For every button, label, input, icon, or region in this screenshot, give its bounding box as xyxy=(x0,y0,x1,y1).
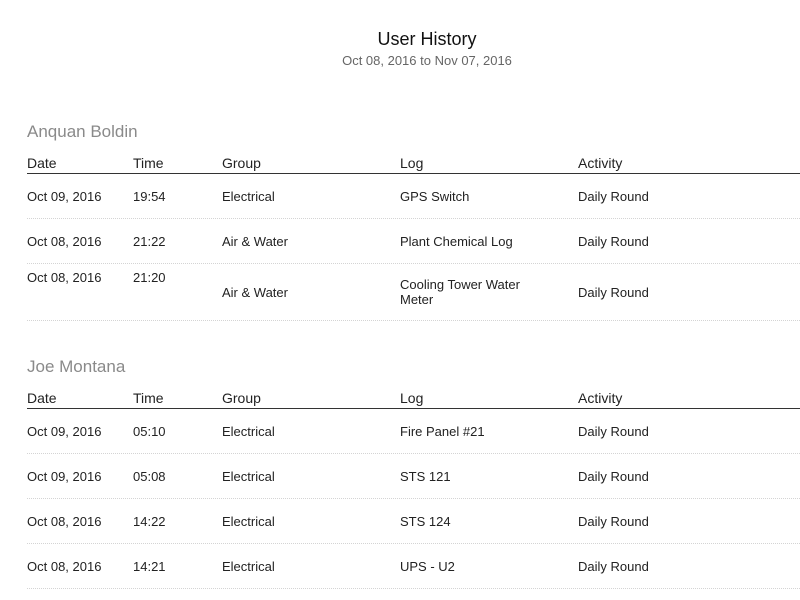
column-header-activity: Activity xyxy=(578,390,623,406)
cell-log: Plant Chemical Log xyxy=(400,233,513,249)
table-row: Oct 08, 2016 14:21 Electrical UPS - U2 D… xyxy=(27,544,800,589)
cell-log: UPS - U2 xyxy=(400,558,455,574)
cell-date: Oct 08, 2016 xyxy=(27,558,102,574)
cell-group: Electrical xyxy=(222,423,275,439)
table-row: Oct 08, 2016 21:22 Air & Water Plant Che… xyxy=(27,219,800,264)
column-header-group: Group xyxy=(222,390,261,406)
table-row: Oct 08, 2016 14:22 Electrical STS 124 Da… xyxy=(27,499,800,544)
user-name: Anquan Boldin xyxy=(27,122,138,141)
cell-activity: Daily Round xyxy=(578,233,649,249)
cell-time: 21:22 xyxy=(133,233,166,249)
table-row: Oct 09, 2016 19:54 Electrical GPS Switch… xyxy=(27,174,800,219)
cell-activity: Daily Round xyxy=(578,558,649,574)
cell-activity: Daily Round xyxy=(578,513,649,529)
cell-date: Oct 08, 2016 xyxy=(27,513,102,529)
cell-log: STS 121 xyxy=(400,468,451,484)
cell-log: GPS Switch xyxy=(400,188,470,204)
report-header: User History Oct 08, 2016 to Nov 07, 201… xyxy=(0,28,800,69)
cell-time: 19:54 xyxy=(133,188,166,204)
cell-group: Electrical xyxy=(222,188,275,204)
user-section-anquan-boldin: Anquan Boldin Date Time Group Log Activi… xyxy=(27,122,800,321)
cell-activity: Daily Round xyxy=(578,423,649,439)
report-title: User History xyxy=(377,29,477,49)
table-row: Oct 09, 2016 05:10 Electrical Fire Panel… xyxy=(27,409,800,454)
column-header-log: Log xyxy=(400,390,424,406)
cell-log: Cooling Tower Water Meter xyxy=(400,277,520,307)
column-header-date: Date xyxy=(27,390,57,406)
column-header-date: Date xyxy=(27,155,57,171)
cell-group: Air & Water xyxy=(222,284,288,300)
column-header-time: Time xyxy=(133,155,164,171)
cell-activity: Daily Round xyxy=(578,468,649,484)
cell-date: Oct 08, 2016 xyxy=(27,270,102,285)
table-header: Date Time Group Log Activity xyxy=(27,155,800,174)
cell-date: Oct 08, 2016 xyxy=(27,233,102,249)
cell-activity: Daily Round xyxy=(578,188,649,204)
cell-log: STS 124 xyxy=(400,513,451,529)
cell-time: 21:20 xyxy=(133,270,166,285)
cell-time: 14:21 xyxy=(133,558,166,574)
column-header-activity: Activity xyxy=(578,155,623,171)
cell-group: Air & Water xyxy=(222,233,288,249)
table-row: Oct 09, 2016 05:08 Electrical STS 121 Da… xyxy=(27,454,800,499)
cell-time: 14:22 xyxy=(133,513,166,529)
user-history-report: User History Oct 08, 2016 to Nov 07, 201… xyxy=(0,0,800,600)
table-header: Date Time Group Log Activity xyxy=(27,390,800,409)
column-header-log: Log xyxy=(400,155,424,171)
column-header-time: Time xyxy=(133,390,164,406)
user-section-joe-montana: Joe Montana Date Time Group Log Activity… xyxy=(27,357,800,589)
cell-group: Electrical xyxy=(222,468,275,484)
cell-activity: Daily Round xyxy=(578,284,649,300)
cell-time: 05:10 xyxy=(133,423,166,439)
user-name: Joe Montana xyxy=(27,357,126,376)
cell-log: Fire Panel #21 xyxy=(400,423,485,439)
column-header-group: Group xyxy=(222,155,261,171)
cell-time: 05:08 xyxy=(133,468,166,484)
cell-date: Oct 09, 2016 xyxy=(27,188,102,204)
cell-group: Electrical xyxy=(222,558,275,574)
cell-date: Oct 09, 2016 xyxy=(27,423,102,439)
cell-group: Electrical xyxy=(222,513,275,529)
cell-date: Oct 09, 2016 xyxy=(27,468,102,484)
table-row: Oct 08, 2016 21:20 Air & Water Cooling T… xyxy=(27,264,800,321)
report-date-range: Oct 08, 2016 to Nov 07, 2016 xyxy=(342,53,512,68)
